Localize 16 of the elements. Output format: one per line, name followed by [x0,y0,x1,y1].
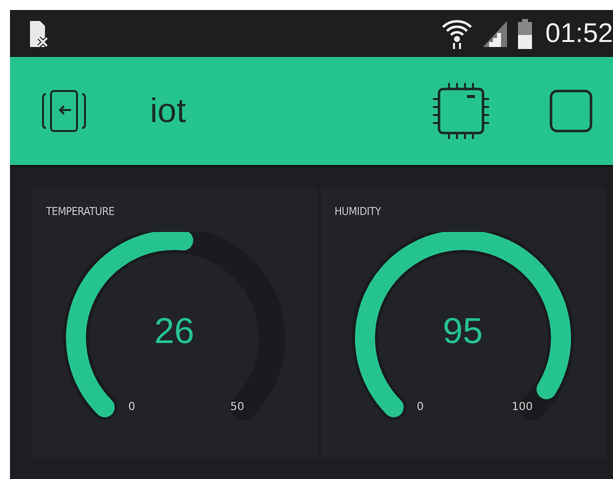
gauge-value: 95 [442,310,483,352]
sim-card-icon [28,18,50,48]
stop-icon[interactable] [549,89,593,133]
project-title: iot [150,92,186,130]
signal-icon [481,18,510,48]
clock-time: 01:52 [545,18,613,49]
gauge-min: 0 [128,400,136,413]
chip-icon[interactable] [431,81,491,141]
gauge-label: TEMPERATURE [46,205,115,218]
gauge-max: 100 [512,400,533,413]
exit-icon[interactable] [40,88,88,134]
gauge-label: HUMIDITY [334,205,381,218]
battery-icon [517,18,534,50]
gauge-min: 0 [416,400,424,413]
gauge-value: 26 [154,310,194,352]
gauge-max: 50 [230,400,244,413]
